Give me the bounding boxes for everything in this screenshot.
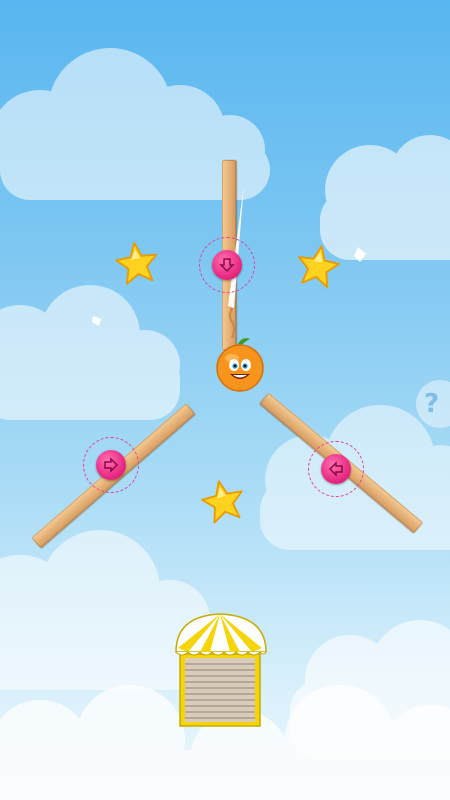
arrow-left-icon: [328, 461, 343, 477]
game-stage[interactable]: ?: [0, 0, 450, 800]
star-icon[interactable]: [111, 237, 163, 289]
cloud-top-left: [0, 48, 270, 200]
pin-right[interactable]: [321, 454, 351, 484]
pin-center[interactable]: [212, 250, 242, 280]
star-icon[interactable]: [196, 474, 251, 529]
cloud-mid-left: [0, 285, 180, 420]
arrow-right-icon: [104, 457, 119, 473]
star-icon[interactable]: [291, 239, 344, 292]
goal-box: [175, 613, 267, 727]
pin-left[interactable]: [96, 450, 126, 480]
sparkle: [92, 316, 101, 326]
question-icon: ?: [424, 389, 440, 419]
arrow-down-icon: [219, 258, 235, 273]
orange-character[interactable]: [214, 336, 266, 394]
sparkle: [354, 247, 366, 262]
